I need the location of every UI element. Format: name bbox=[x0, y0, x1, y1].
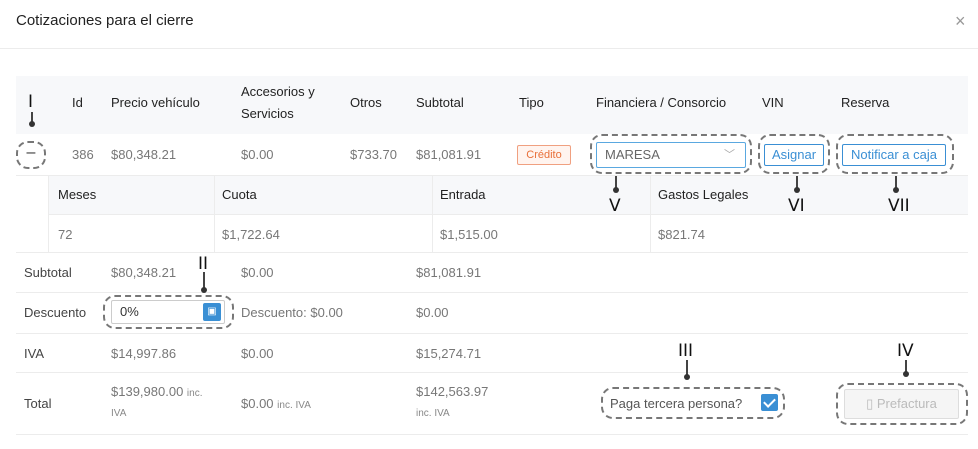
col-reserva: Reserva bbox=[841, 95, 890, 110]
row-id: 386 bbox=[72, 147, 94, 162]
summary-iva-total: $15,274.71 bbox=[416, 346, 482, 361]
col-id: Id bbox=[72, 95, 83, 110]
row-otros: $733.70 bbox=[350, 147, 397, 162]
annotation-label-vi: VI bbox=[788, 196, 805, 216]
col-otros: Otros bbox=[350, 95, 382, 110]
sub-meses: 72 bbox=[58, 227, 73, 242]
summary-total-precio: $139,980.00 inc. bbox=[111, 384, 203, 399]
annotation-label-i: I bbox=[28, 92, 34, 112]
modal-title: Cotizaciones para el cierre bbox=[16, 12, 194, 29]
summary-total-total: $142,563.97 bbox=[416, 384, 489, 399]
annotation-box-vi bbox=[758, 134, 830, 174]
annotation-label-v: V bbox=[609, 196, 621, 216]
sub-cuota: $1,722.64 bbox=[222, 227, 280, 242]
annotation-box-i bbox=[16, 141, 46, 169]
sub-col-entrada: Entrada bbox=[440, 187, 486, 202]
row-subtotal: $81,081.91 bbox=[416, 147, 482, 162]
summary-descuento-label: Descuento bbox=[24, 305, 87, 320]
annotation-box-iv bbox=[836, 383, 968, 425]
summary-iva-label: IVA bbox=[24, 346, 44, 361]
tipo-badge: Crédito bbox=[517, 145, 571, 165]
summary-descuento-total: $0.00 bbox=[416, 305, 449, 320]
summary-subtotal-precio: $80,348.21 bbox=[111, 265, 177, 280]
summary-total-precio-iva: IVA bbox=[111, 408, 127, 419]
col-vin: VIN bbox=[762, 95, 784, 110]
summary-iva-precio: $14,997.86 bbox=[111, 346, 177, 361]
col-accesorios: Accesorios y Servicios bbox=[241, 84, 315, 121]
summary-descuento-text: Descuento: $0.00 bbox=[241, 305, 343, 320]
sub-col-meses: Meses bbox=[58, 187, 97, 202]
col-tipo: Tipo bbox=[519, 95, 544, 110]
row-precio: $80,348.21 bbox=[111, 147, 177, 162]
summary-total-accesorios: $0.00 inc. IVA bbox=[241, 396, 311, 411]
annotation-label-vii: VII bbox=[888, 196, 910, 216]
subtable-header bbox=[48, 176, 968, 214]
annotation-label-iv: IV bbox=[897, 341, 914, 361]
col-subtotal: Subtotal bbox=[416, 95, 464, 110]
annotation-box-vii bbox=[836, 134, 954, 174]
sub-gastos: $821.74 bbox=[658, 227, 705, 242]
col-precio: Precio vehículo bbox=[111, 95, 200, 110]
sub-col-gastos: Gastos Legales bbox=[658, 187, 749, 202]
summary-total-total-iva: inc. IVA bbox=[416, 408, 450, 419]
close-icon[interactable]: × bbox=[955, 12, 966, 30]
summary-subtotal-total: $81,081.91 bbox=[416, 265, 482, 280]
annotation-box-ii bbox=[103, 295, 234, 329]
sub-col-cuota: Cuota bbox=[222, 187, 257, 202]
annotation-label-ii: II bbox=[198, 254, 209, 274]
summary-subtotal-accesorios: $0.00 bbox=[241, 265, 274, 280]
summary-total-label: Total bbox=[24, 396, 52, 411]
annotation-label-iii: III bbox=[678, 341, 694, 361]
annotation-box-iii bbox=[601, 387, 785, 419]
summary-subtotal-label: Subtotal bbox=[24, 265, 72, 280]
annotation-box-v bbox=[590, 134, 752, 174]
row-accesorios: $0.00 bbox=[241, 147, 274, 162]
title-divider bbox=[0, 48, 978, 49]
col-financiera: Financiera / Consorcio bbox=[596, 95, 727, 110]
summary-iva-accesorios: $0.00 bbox=[241, 346, 274, 361]
sub-entrada: $1,515.00 bbox=[440, 227, 498, 242]
